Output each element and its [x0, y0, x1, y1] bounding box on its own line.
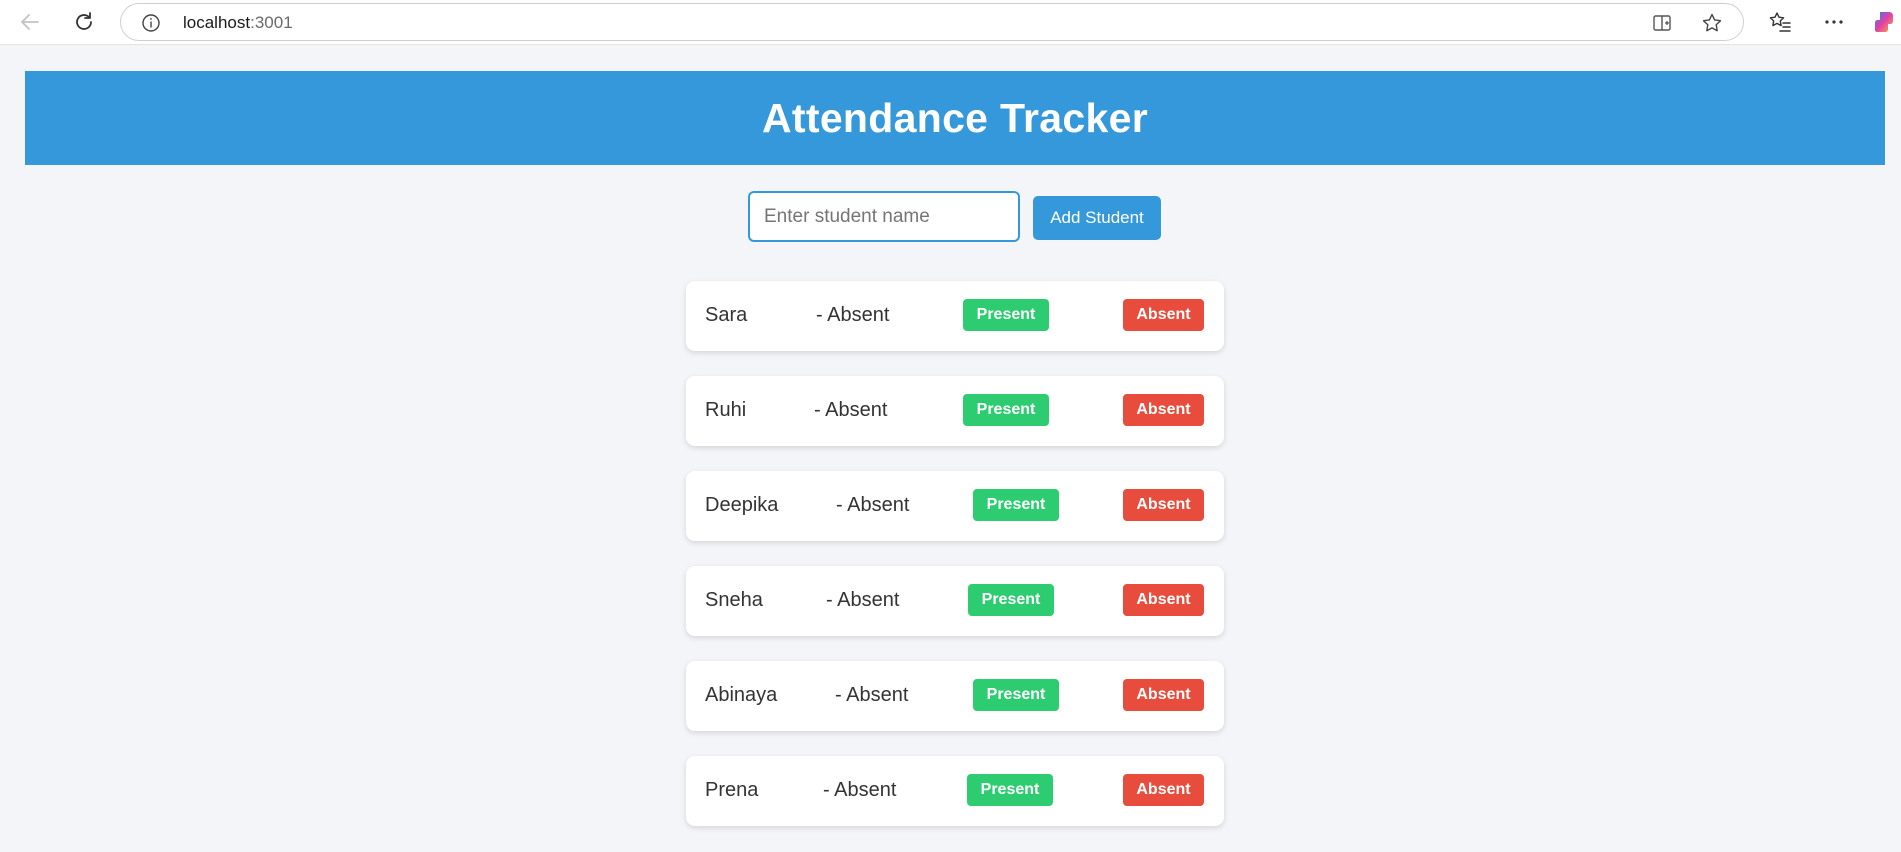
page-title: Attendance Tracker	[762, 94, 1148, 141]
favorites-icon[interactable]	[1766, 8, 1794, 36]
student-name: Deepika	[705, 494, 779, 516]
attendance-status: - Absent	[826, 589, 900, 611]
copilot-icon[interactable]	[1872, 8, 1900, 36]
attendance-status: - Absent	[816, 304, 890, 326]
reload-button[interactable]	[68, 6, 100, 38]
student-list: Sara - Absent Present Absent Ruhi - Absent Pre…	[686, 281, 1224, 851]
mark-present-button[interactable]: Present	[963, 394, 1049, 426]
student-name-input[interactable]	[748, 191, 1020, 242]
url-text: localhost:3001	[183, 13, 293, 33]
mark-present-button[interactable]: Present	[967, 774, 1053, 806]
student-name: Abinaya	[705, 684, 778, 706]
student-name: Prena	[705, 779, 759, 801]
attendance-status: - Absent	[823, 779, 897, 801]
attendance-status: - Absent	[814, 399, 888, 421]
student-name: Sneha	[705, 589, 763, 611]
arrow-left-icon	[21, 14, 39, 30]
student-card: Sneha - Absent Present Absent	[686, 566, 1224, 636]
mark-absent-button[interactable]: Absent	[1123, 774, 1204, 806]
mark-present-button[interactable]: Present	[973, 679, 1059, 711]
mark-present-button[interactable]: Present	[963, 299, 1049, 331]
mark-absent-button[interactable]: Absent	[1123, 489, 1204, 521]
url-port: :3001	[250, 13, 293, 32]
add-student-form: Add Student	[748, 191, 1168, 243]
attendance-status: - Absent	[836, 494, 910, 516]
mark-absent-button[interactable]: Absent	[1123, 394, 1204, 426]
student-card: Abinaya - Absent Present Absent	[686, 661, 1224, 731]
student-card: Ruhi - Absent Present Absent	[686, 376, 1224, 446]
back-button[interactable]	[14, 6, 46, 38]
mark-absent-button[interactable]: Absent	[1123, 679, 1204, 711]
favorite-star-icon[interactable]	[1701, 12, 1723, 34]
student-card: Prena - Absent Present Absent	[686, 756, 1224, 826]
page-header: Attendance Tracker	[25, 71, 1885, 165]
student-name: Ruhi	[705, 399, 747, 421]
mark-absent-button[interactable]: Absent	[1123, 584, 1204, 616]
student-card: Deepika - Absent Present Absent	[686, 471, 1224, 541]
more-options-icon[interactable]	[1820, 8, 1848, 36]
address-bar[interactable]: localhost:3001	[120, 3, 1744, 41]
add-student-button[interactable]: Add Student	[1033, 196, 1161, 240]
reload-icon	[76, 12, 92, 30]
mark-absent-button[interactable]: Absent	[1123, 299, 1204, 331]
split-screen-icon[interactable]	[1651, 12, 1673, 34]
browser-toolbar: localhost:3001	[0, 0, 1901, 45]
mark-present-button[interactable]: Present	[973, 489, 1059, 521]
student-card: Sara - Absent Present Absent	[686, 281, 1224, 351]
student-name: Sara	[705, 304, 748, 326]
mark-present-button[interactable]: Present	[968, 584, 1054, 616]
attendance-status: - Absent	[835, 684, 909, 706]
info-icon[interactable]	[141, 13, 161, 33]
url-host: localhost	[183, 13, 251, 32]
